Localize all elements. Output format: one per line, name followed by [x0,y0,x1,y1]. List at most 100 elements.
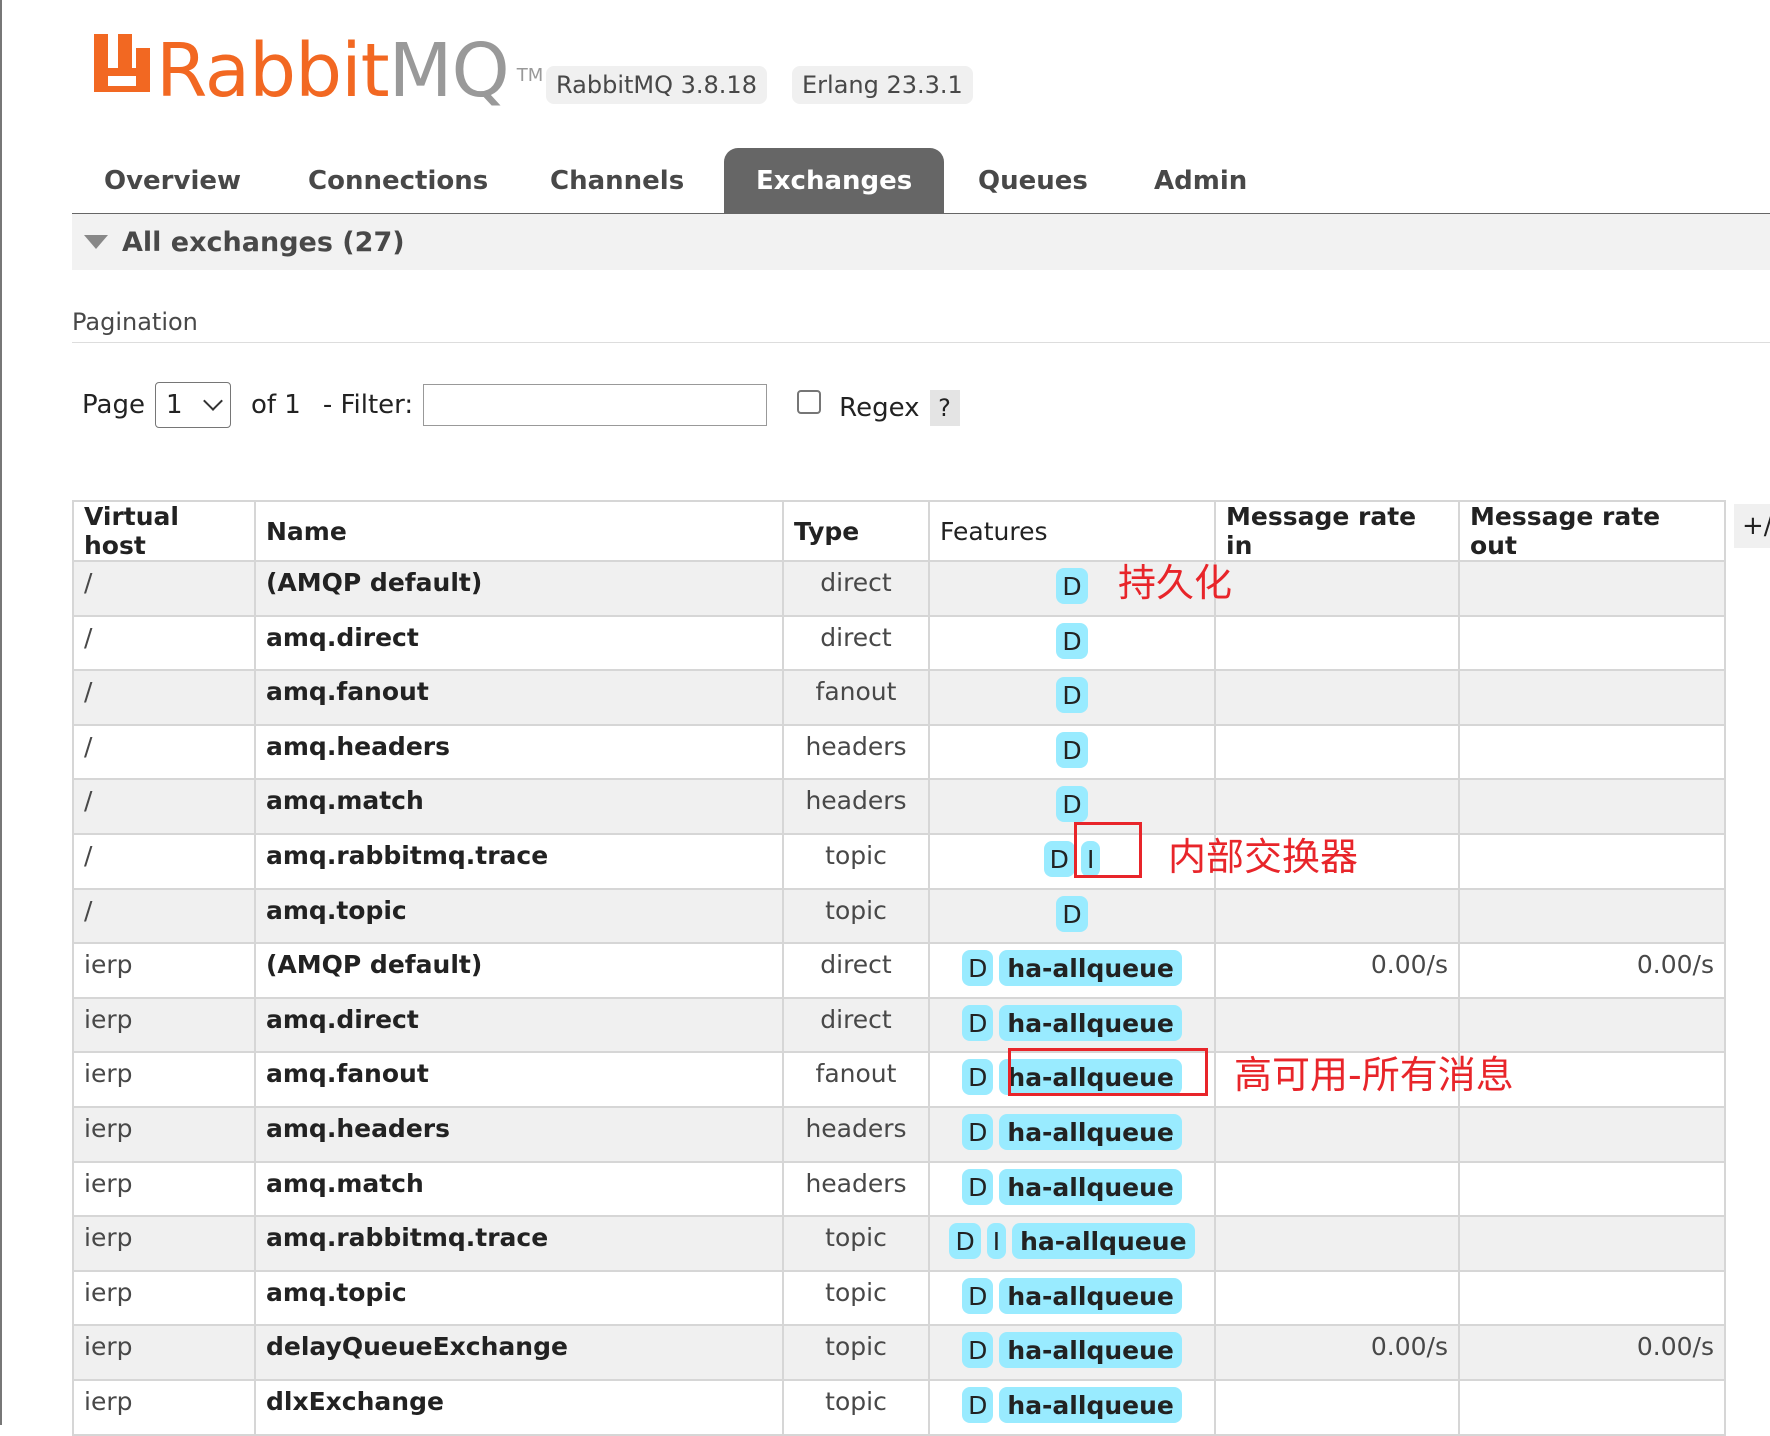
cell-type: fanout [782,669,930,726]
cell-type: topic [782,832,930,890]
cell-exchange-name-link[interactable]: amq.direct [254,996,784,1054]
column-toggle-button[interactable]: +/- [1734,504,1770,548]
cell-virtual-host: ierp [72,1160,256,1218]
cell-features: Dha-allqueue [928,1269,1216,1327]
policy-badge-link[interactable]: ha-allqueue [999,1332,1182,1369]
durable-badge: D [962,1386,994,1423]
table-row[interactable]: ierp amq.headers headers Dha-allqueue [72,1105,1726,1163]
cell-message-rate-out: 0.00/s [1458,942,1726,999]
policy-badge-link[interactable]: ha-allqueue [999,950,1182,987]
cell-message-rate-in: 0.00/s [1214,1324,1460,1381]
filter-input[interactable] [423,384,768,426]
cell-message-rate-in [1214,887,1460,945]
cell-type: topic [782,887,930,945]
col-type[interactable]: Type [782,500,930,562]
tab-connections[interactable]: Connections [276,148,520,213]
table-row[interactable]: / amq.fanout fanout D [72,669,1726,726]
cell-exchange-name-link[interactable]: (AMQP default) [254,942,784,999]
cell-type: headers [782,778,930,835]
policy-badge-link[interactable]: ha-allqueue [1012,1223,1195,1260]
regex-help-button[interactable]: ? [929,390,960,426]
table-row[interactable]: ierp amq.topic topic Dha-allqueue [72,1269,1726,1327]
cell-exchange-name-link[interactable]: amq.headers [254,1105,784,1163]
col-name[interactable]: Name [254,500,784,562]
durable-badge: D [962,1277,994,1314]
cell-message-rate-out [1458,778,1726,835]
cell-type: direct [782,996,930,1054]
cell-exchange-name-link[interactable]: amq.topic [254,1269,784,1327]
cell-message-rate-out [1458,832,1726,890]
tab-channels[interactable]: Channels [518,148,716,213]
durable-badge: D [1056,622,1088,659]
cell-exchange-name-link[interactable]: amq.rabbitmq.trace [254,1215,784,1272]
cell-features: Dha-allqueue [928,1378,1216,1436]
cell-type: topic [782,1324,930,1381]
cell-virtual-host: ierp [72,1378,256,1436]
durable-badge: D [1056,786,1088,823]
table-row[interactable]: ierp delayQueueExchange topic Dha-allqueue 0… [72,1324,1726,1381]
tab-admin[interactable]: Admin [1122,148,1279,213]
cell-type: fanout [782,1051,930,1108]
table-row[interactable]: / amq.topic topic D [72,887,1726,945]
cell-exchange-name-link[interactable]: amq.headers [254,723,784,781]
cell-message-rate-out [1458,1160,1726,1218]
table-row[interactable]: ierp amq.match headers Dha-allqueue [72,1160,1726,1218]
cell-features: Dha-allqueue [928,1324,1216,1381]
cell-virtual-host: / [72,887,256,945]
cell-exchange-name-link[interactable]: amq.match [254,1160,784,1218]
regex-checkbox[interactable] [797,390,822,414]
table-row[interactable]: / amq.direct direct D [72,614,1726,672]
cell-exchange-name-link[interactable]: amq.fanout [254,1051,784,1108]
annotation-ha: 高可用-所有消息 [1234,1053,1514,1097]
cell-exchange-name-link[interactable]: amq.fanout [254,669,784,726]
table-row[interactable]: ierp (AMQP default) direct Dha-allqueue 0.00… [72,942,1726,999]
cell-exchange-name-link[interactable]: amq.topic [254,887,784,945]
table-row[interactable]: ierp amq.rabbitmq.trace topic D Iha-allqueue [72,1215,1726,1272]
cell-exchange-name-link[interactable]: dlxExchange [254,1378,784,1436]
durable-badge: D [962,1004,994,1041]
policy-badge-link[interactable]: ha-allqueue [999,1113,1182,1150]
table-row[interactable]: / (AMQP default) direct D [72,560,1726,617]
page-select-value: 1 [165,390,183,420]
table-row[interactable]: / amq.rabbitmq.trace topic D I [72,832,1726,890]
tab-exchanges[interactable]: Exchanges [724,148,945,213]
rabbitmq-logo[interactable]: RabbitMQ TM [94,18,543,108]
internal-badge: I [986,1223,1007,1260]
tab-queues[interactable]: Queues [946,148,1120,213]
filter-label: - Filter: [322,390,414,420]
page-count-label: of 1 [250,390,301,420]
policy-badge-link[interactable]: ha-allqueue [999,1168,1182,1205]
cell-exchange-name-link[interactable]: amq.direct [254,614,784,672]
cell-message-rate-in [1214,1215,1460,1272]
policy-badge-link[interactable]: ha-allqueue [999,1386,1182,1423]
section-title: All exchanges (27) [122,226,405,258]
rabbit-logo-icon [94,34,150,92]
cell-exchange-name-link[interactable]: amq.rabbitmq.trace [254,832,784,890]
all-exchanges-section-header[interactable]: All exchanges (27) [72,214,1770,270]
col-message-rate-in[interactable]: Message rate in [1214,500,1460,562]
cell-exchange-name-link[interactable]: delayQueueExchange [254,1324,784,1381]
cell-message-rate-out [1458,723,1726,781]
col-virtual-host[interactable]: Virtual host [72,500,256,562]
page-select[interactable]: 1 [154,382,231,428]
table-row[interactable]: / amq.match headers D [72,778,1726,835]
window-left-border [0,0,2,1425]
table-row[interactable]: / amq.headers headers D [72,723,1726,781]
policy-badge-link[interactable]: ha-allqueue [999,1277,1182,1314]
cell-virtual-host: ierp [72,1105,256,1163]
main-nav-tabs: Overview Connections Channels Exchanges … [72,148,1770,215]
table-row[interactable]: ierp dlxExchange topic Dha-allqueue [72,1378,1726,1436]
cell-features: Dha-allqueue [928,996,1216,1054]
tab-overview[interactable]: Overview [72,148,273,213]
policy-badge-link[interactable]: ha-allqueue [999,1004,1182,1041]
cell-message-rate-in [1214,560,1460,617]
durable-badge: D [1056,568,1088,604]
cell-virtual-host: / [72,669,256,726]
col-message-rate-out[interactable]: Message rate out [1458,500,1726,562]
table-header-row: Virtual host Name Type Features Message … [72,500,1726,562]
cell-exchange-name-link[interactable]: (AMQP default) [254,560,784,617]
annotation-internal-box [1074,822,1142,878]
chevron-down-icon [203,391,223,411]
cell-exchange-name-link[interactable]: amq.match [254,778,784,835]
cell-message-rate-out: 0.00/s [1458,1324,1726,1381]
